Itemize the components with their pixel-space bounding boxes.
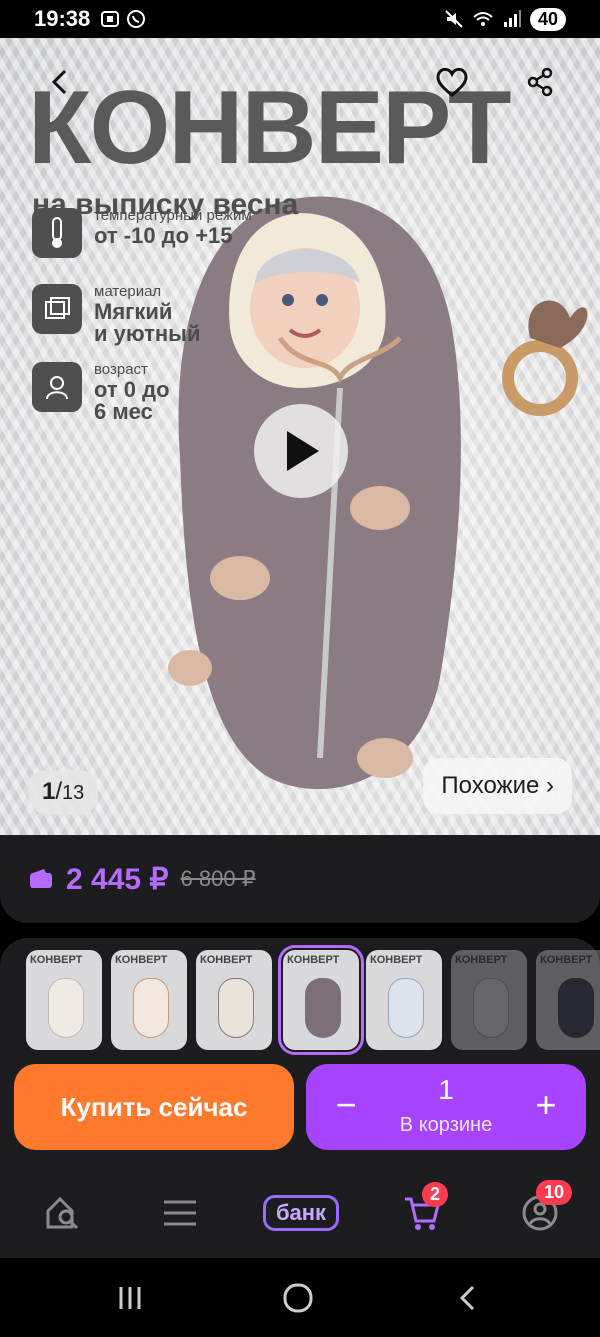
buy-now-button[interactable]: Купить сейчас [14,1064,294,1150]
image-counter-current: 1 [42,778,56,805]
purchase-actions: Купить сейчас − 1 В корзине + [0,1062,600,1170]
back-arrow-icon [459,1285,475,1311]
thermometer-icon [32,208,82,258]
nav-home-search[interactable] [34,1188,90,1238]
thumbnail[interactable]: КОНВЕРТ [536,950,600,1050]
thumbnail-strip: КОНВЕРТ КОНВЕРТ КОНВЕРТ КОНВЕРТ КОНВЕРТ … [0,938,600,1062]
feature-material: материал Мягкий и уютный [32,283,201,346]
screenshot-icon [101,11,120,27]
play-icon [287,431,319,471]
home-button[interactable] [276,1276,320,1320]
wifi-icon [473,12,493,26]
feature-value-line1: от 0 до [94,376,170,402]
thumbnail[interactable]: КОНВЕРТ [451,950,527,1050]
old-price: 6 800 ₽ [180,866,256,891]
thumbnail-title: КОНВЕРТ [200,954,253,966]
bottom-navigation: банк 2 10 [0,1170,600,1258]
feature-value: от -10 до +15 [94,222,233,248]
system-back-button[interactable] [446,1276,490,1320]
home-search-icon [46,1196,79,1230]
recent-apps-button[interactable] [108,1276,152,1320]
feature-temperature: температурный режим от -10 до +15 [32,207,252,258]
thumbnail[interactable]: КОНВЕРТ [26,950,102,1050]
thumbnail-title: КОНВЕРТ [370,954,423,966]
favorite-button[interactable] [420,50,484,114]
image-counter: 1/13 [28,770,99,814]
wallet-icon [30,869,52,888]
current-price: 2 445 ₽ [66,862,169,896]
fabric-icon [32,284,82,334]
baby-icon [32,362,82,412]
thumbnail-title: КОНВЕРТ [455,954,508,966]
feature-value-line2: и уютный [94,320,201,346]
chevron-left-icon [51,69,67,95]
battery-level: 40 [529,7,566,31]
feature-age: возраст от 0 до 6 мес [32,361,170,424]
nav-bank[interactable]: банк [256,1188,346,1238]
thumbnail-title: КОНВЕРТ [115,954,168,966]
thumbnail-selected[interactable]: КОНВЕРТ [278,945,364,1055]
status-right-icons: 40 [444,7,566,31]
thumbnail-title: КОНВЕРТ [30,954,83,966]
home-circle-icon [283,1283,313,1313]
feature-value-line2: 6 мес [94,398,153,424]
thumbnail-title: КОНВЕРТ [287,954,340,966]
recent-apps-icon [119,1287,141,1309]
whatsapp-icon [127,10,146,28]
nav-profile[interactable]: 10 [512,1180,573,1238]
play-video-button[interactable] [254,404,348,498]
cart-badge: 2 [422,1182,449,1207]
nav-catalog[interactable] [152,1188,208,1238]
status-time: 19:38 [34,6,91,31]
system-navigation-bar [0,1258,600,1337]
cart-quantity-control: − 1 В корзине + [306,1064,586,1150]
back-button[interactable] [28,50,92,114]
increase-quantity-button[interactable]: + [526,1084,566,1126]
share-icon [527,67,553,97]
heart-icon [436,67,468,97]
feature-value-line1: Мягкий [94,298,173,324]
thumbnail[interactable]: КОНВЕРТ [366,950,442,1050]
signal-icon [503,10,521,27]
nav-cart[interactable]: 2 [394,1182,450,1238]
thumbnail[interactable]: КОНВЕРТ [111,950,187,1050]
profile-badge: 10 [536,1180,573,1205]
bank-label: банк [262,1195,340,1231]
thumbnail[interactable]: КОНВЕРТ [196,950,272,1050]
thumbnail-title: КОНВЕРТ [540,954,593,966]
share-button[interactable] [508,50,572,114]
mute-icon [445,10,463,28]
status-bar: 19:38 40 [0,0,600,38]
price-section: 2 445 ₽ 6 800 ₽ [0,835,600,923]
image-counter-total: 13 [62,782,85,804]
menu-icon [164,1200,196,1226]
similar-products-button[interactable]: Похожие › [423,758,572,814]
status-left-icons [100,9,146,29]
product-image-gallery[interactable]: КОНВЕРТ на выписку весна температурный р… [0,38,600,835]
